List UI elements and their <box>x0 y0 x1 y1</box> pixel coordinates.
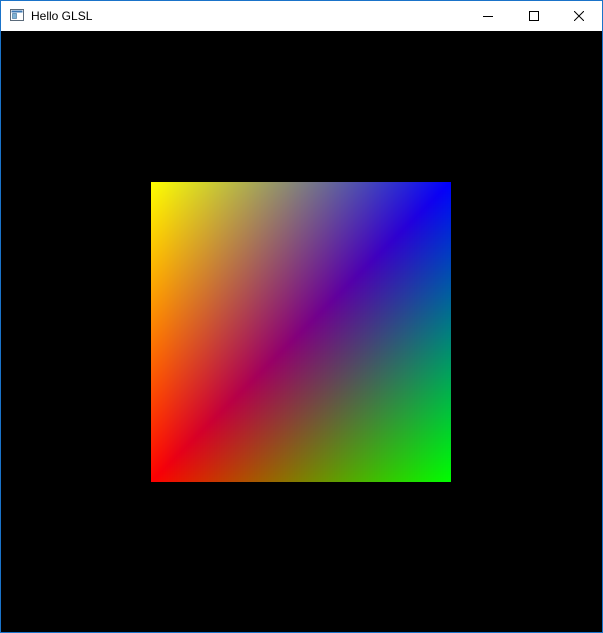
app-window: Hello GLSL <box>0 0 603 633</box>
minimize-icon <box>483 16 493 17</box>
close-button[interactable] <box>556 1 602 31</box>
close-icon <box>574 11 584 21</box>
maximize-icon <box>529 11 539 21</box>
window-title: Hello GLSL <box>31 9 93 23</box>
maximize-button[interactable] <box>511 1 557 31</box>
gradient-quad <box>151 182 451 482</box>
title-bar[interactable]: Hello GLSL <box>1 1 602 31</box>
app-window-icon[interactable] <box>10 9 24 21</box>
minimize-button[interactable] <box>465 1 511 31</box>
gl-viewport[interactable] <box>1 31 602 632</box>
